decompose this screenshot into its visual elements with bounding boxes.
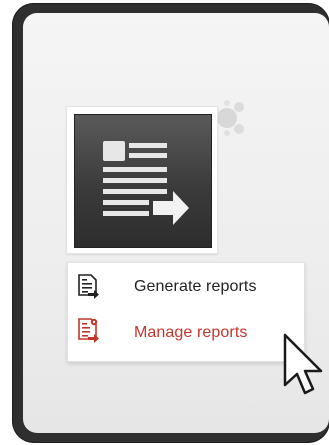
mouse-pointer-icon [283, 333, 323, 395]
reports-menu: Generate reports Manage reports [67, 262, 305, 362]
manage-reports-label: Manage reports [134, 324, 248, 341]
report-export-icon [74, 114, 212, 248]
menu-item-manage-reports[interactable]: Manage reports [68, 309, 304, 357]
generate-report-icon [78, 274, 99, 299]
reports-tile-button[interactable] [66, 106, 218, 254]
menu-item-generate-reports[interactable]: Generate reports [68, 263, 304, 311]
generate-reports-label: Generate reports [134, 278, 257, 295]
manage-report-icon [78, 318, 99, 343]
